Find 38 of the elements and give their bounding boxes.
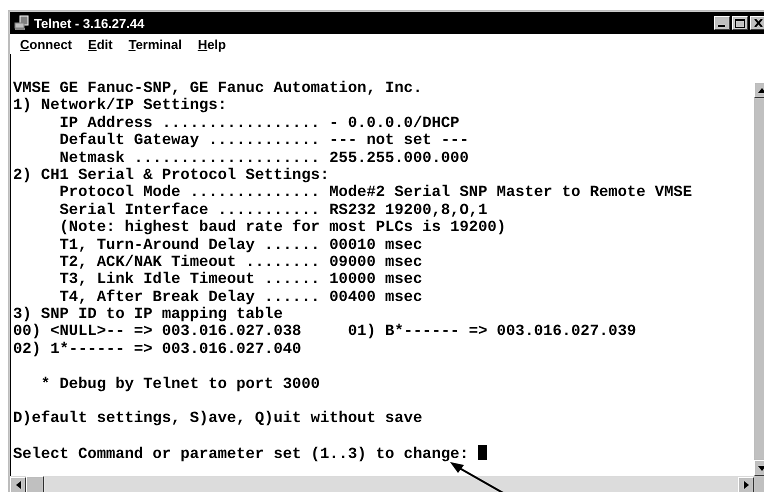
- close-button[interactable]: [750, 16, 764, 30]
- menu-item[interactable]: Help: [198, 36, 226, 52]
- left-triangle-icon: [16, 481, 20, 489]
- close-icon: [754, 19, 762, 27]
- terminal-line: 1) Network/IP Settings:: [13, 97, 228, 115]
- terminal-line: D)efault settings, S)ave, Q)uit without save: [13, 410, 424, 428]
- command-prompt: Select Command or parameter set (1..3) to change:: [13, 445, 470, 464]
- up-triangle-icon: [758, 88, 764, 92]
- terminal-line: VMSE GE Fanuc-SNP, GE Fanuc Automation, Inc.: [13, 80, 424, 98]
- maximize-button[interactable]: [732, 16, 748, 30]
- terminal-line: 3) SNP ID to IP mapping table: [13, 306, 284, 324]
- scroll-left-button[interactable]: [10, 477, 26, 492]
- scroll-thumb[interactable]: [26, 476, 44, 492]
- terminal-line: T2, ACK/NAK Timeout ........ 09000 msec: [58, 254, 424, 272]
- terminal-line: IP Address ................. - 0.0.0.0/DHCP: [58, 114, 460, 132]
- terminal-line: 2) CH1 Serial & Protocol Settings:: [13, 166, 330, 184]
- terminal-line: Default Gateway ............ --- not set ---: [58, 132, 470, 150]
- down-triangle-icon: [758, 466, 764, 470]
- menu-item[interactable]: Terminal: [128, 36, 182, 52]
- terminal-line: Protocol Mode .............. Mode#2 Serial SNP Master to Remote VMSE: [58, 184, 694, 202]
- scroll-right-button[interactable]: [738, 477, 754, 492]
- menu-item[interactable]: Connect: [20, 36, 72, 52]
- terminal-line: Netmask .................... 255.255.000.000: [58, 150, 470, 167]
- terminal-line: T4, After Break Delay ...... 00400 msec: [58, 288, 424, 306]
- menu-item[interactable]: Edit: [88, 36, 113, 52]
- text-cursor: [478, 445, 488, 460]
- maximize-icon: [735, 18, 745, 28]
- terminal-line: * Debug by Telnet to port 3000: [40, 376, 321, 394]
- terminal-line: Serial Interface ........... RS232 19200,8,O,1: [58, 202, 488, 220]
- terminal-line: (Note: highest baud rate for most PLCs is 19200): [58, 219, 507, 237]
- terminal-line: 00) <NULL>-- => 003.016.027.038 01) B*------ => 003.016.027.039: [13, 323, 638, 341]
- computer-icon: [14, 15, 30, 31]
- terminal-line: T1, Turn-Around Delay ...... 00010 msec: [58, 236, 424, 254]
- window-title: Telnet - 3.16.27.44: [34, 16, 146, 30]
- right-triangle-icon: [744, 481, 748, 489]
- minimize-button[interactable]: [714, 16, 730, 30]
- terminal-line: T3, Link Idle Timeout ...... 10000 msec: [58, 271, 424, 289]
- terminal-line: 02) 1*------ => 003.016.027.040: [13, 340, 302, 358]
